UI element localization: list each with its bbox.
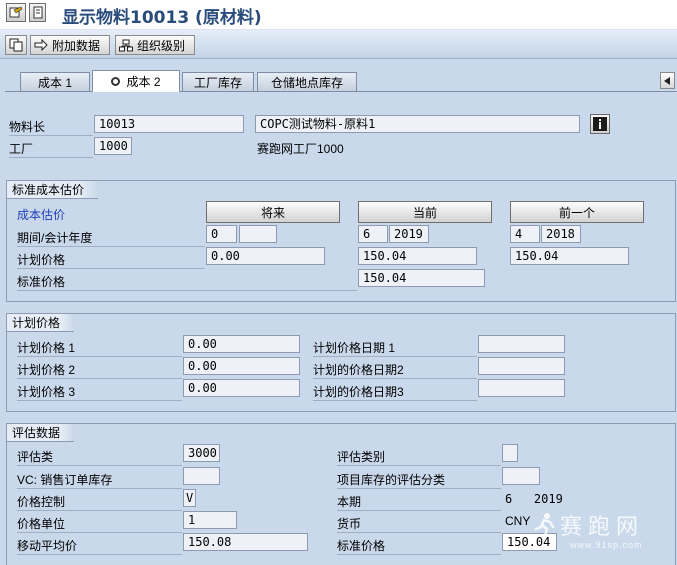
planned-price-2-field[interactable]: 0.00 (183, 357, 300, 375)
planned-price-3-field[interactable]: 0.00 (183, 379, 300, 397)
price-unit-label: 价格单位 (17, 515, 182, 533)
planned-price-date-2-field[interactable] (478, 357, 565, 375)
other-object-icon[interactable] (29, 3, 46, 22)
vc-sales-order-stock-field[interactable] (183, 467, 220, 485)
tab-scroll-left-button[interactable] (660, 72, 675, 89)
material-field[interactable]: 10013 (94, 115, 244, 133)
additional-data-button[interactable]: 附加数据 (30, 35, 110, 55)
planned-prices-group-title: 计划价格 (7, 314, 75, 332)
watermark-url: www.91sp.com (570, 540, 643, 550)
application-toolbar: 附加数据 组织级别 (0, 30, 677, 59)
previous-planned-price-field[interactable]: 150.04 (510, 247, 629, 265)
valuation-class-label: 评估类 (17, 448, 182, 466)
previous-period-field[interactable]: 4 (510, 225, 540, 243)
valuation-standard-price-label: 标准价格 (337, 537, 501, 555)
arrow-right-icon (34, 39, 48, 51)
current-planned-price-field[interactable]: 150.04 (358, 247, 477, 265)
planned-price-1-label: 计划价格 1 (17, 339, 182, 357)
cost-estimate-label: 成本估价 (17, 208, 66, 222)
active-tab-icon (111, 77, 121, 86)
copy-icon (9, 38, 23, 52)
org-structure-icon (119, 39, 133, 51)
currency-label: 货币 (337, 515, 501, 533)
std-cost-group-title: 标准成本估价 (7, 181, 99, 199)
material-label: 物料长 (9, 118, 93, 136)
future-period-field[interactable]: 0 (206, 225, 237, 243)
plant-field[interactable]: 1000 (94, 137, 132, 155)
future-planned-price-field[interactable]: 0.00 (206, 247, 325, 265)
title-bar: 显示物料10013 (原材料) (0, 0, 677, 30)
period-year-label: 期间/会计年度 (17, 229, 205, 247)
planned-price-date-1-label: 计划价格日期 1 (313, 339, 477, 357)
current-button[interactable]: 当前 (358, 201, 492, 223)
tab-plant-stock[interactable]: 工厂库存 (182, 72, 254, 92)
org-levels-button[interactable]: 组织级别 (115, 35, 195, 55)
currency-value: CNY (505, 514, 531, 528)
moving-average-price-label: 移动平均价 (17, 537, 182, 555)
project-stock-valuation-label: 项目库存的评估分类 (337, 471, 501, 489)
valuation-class-field[interactable]: 3000 (183, 444, 220, 462)
planned-price-date-2-label: 计划的价格日期2 (313, 361, 477, 379)
additional-data-label: 附加数据 (52, 38, 101, 53)
copy-button[interactable] (5, 35, 27, 55)
price-control-label: 价格控制 (17, 493, 182, 511)
price-unit-field[interactable]: 1 (183, 511, 237, 529)
current-period-value: 6 2019 (505, 492, 563, 506)
watermark-text: 赛跑网 (560, 515, 645, 540)
current-period-label: 本期 (337, 493, 501, 511)
planned-price-1-field[interactable]: 0.00 (183, 335, 300, 353)
planned-price-date-1-field[interactable] (478, 335, 565, 353)
current-year-field[interactable]: 2019 (389, 225, 429, 243)
valuation-category-label: 评估类别 (337, 448, 501, 466)
price-control-field[interactable]: V (183, 489, 196, 507)
tab-cost-1-label: 成本 1 (37, 76, 72, 90)
planned-price-date-3-field[interactable] (478, 379, 565, 397)
material-description-field[interactable]: COPC测试物料-原料1 (255, 115, 580, 133)
valuation-category-field[interactable] (502, 444, 518, 462)
tab-plant-stock-label: 工厂库存 (193, 76, 242, 90)
current-standard-price-field[interactable]: 150.04 (358, 269, 485, 287)
current-period-field[interactable]: 6 (358, 225, 388, 243)
display-change-icon[interactable] (6, 3, 26, 22)
standard-price-label: 标准价格 (17, 273, 357, 291)
org-levels-label: 组织级别 (137, 38, 186, 53)
plant-description: 赛跑网工厂1000 (257, 142, 344, 156)
tab-cost-1[interactable]: 成本 1 (20, 72, 90, 92)
triangle-left-icon (664, 76, 670, 85)
info-icon (593, 117, 607, 131)
tab-storage-location-stock[interactable]: 仓储地点库存 (257, 72, 357, 92)
moving-average-price-field[interactable]: 150.08 (183, 533, 308, 551)
tab-cost-2-label: 成本 2 (126, 75, 161, 89)
info-button[interactable] (590, 114, 610, 134)
window-title: 显示物料10013 (原材料) (62, 8, 262, 28)
previous-button[interactable]: 前一个 (510, 201, 644, 223)
planned-price-label: 计划价格 (17, 251, 205, 269)
previous-year-field[interactable]: 2018 (541, 225, 581, 243)
valuation-group-title: 评估数据 (7, 424, 75, 442)
tab-storage-location-stock-label: 仓储地点库存 (270, 76, 343, 90)
runner-logo-icon (534, 513, 555, 537)
vc-sales-order-stock-label: VC: 销售订单库存 (17, 471, 182, 489)
plant-label: 工厂 (9, 140, 93, 158)
planned-price-date-3-label: 计划的价格日期3 (313, 383, 477, 401)
planned-price-3-label: 计划价格 3 (17, 383, 182, 401)
tab-cost-2[interactable]: 成本 2 (92, 70, 180, 92)
project-stock-valuation-field[interactable] (502, 467, 540, 485)
watermark: 赛跑网 www.91sp.com (530, 509, 677, 554)
future-year-field[interactable] (239, 225, 277, 243)
planned-price-2-label: 计划价格 2 (17, 361, 182, 379)
future-button[interactable]: 将来 (206, 201, 340, 223)
